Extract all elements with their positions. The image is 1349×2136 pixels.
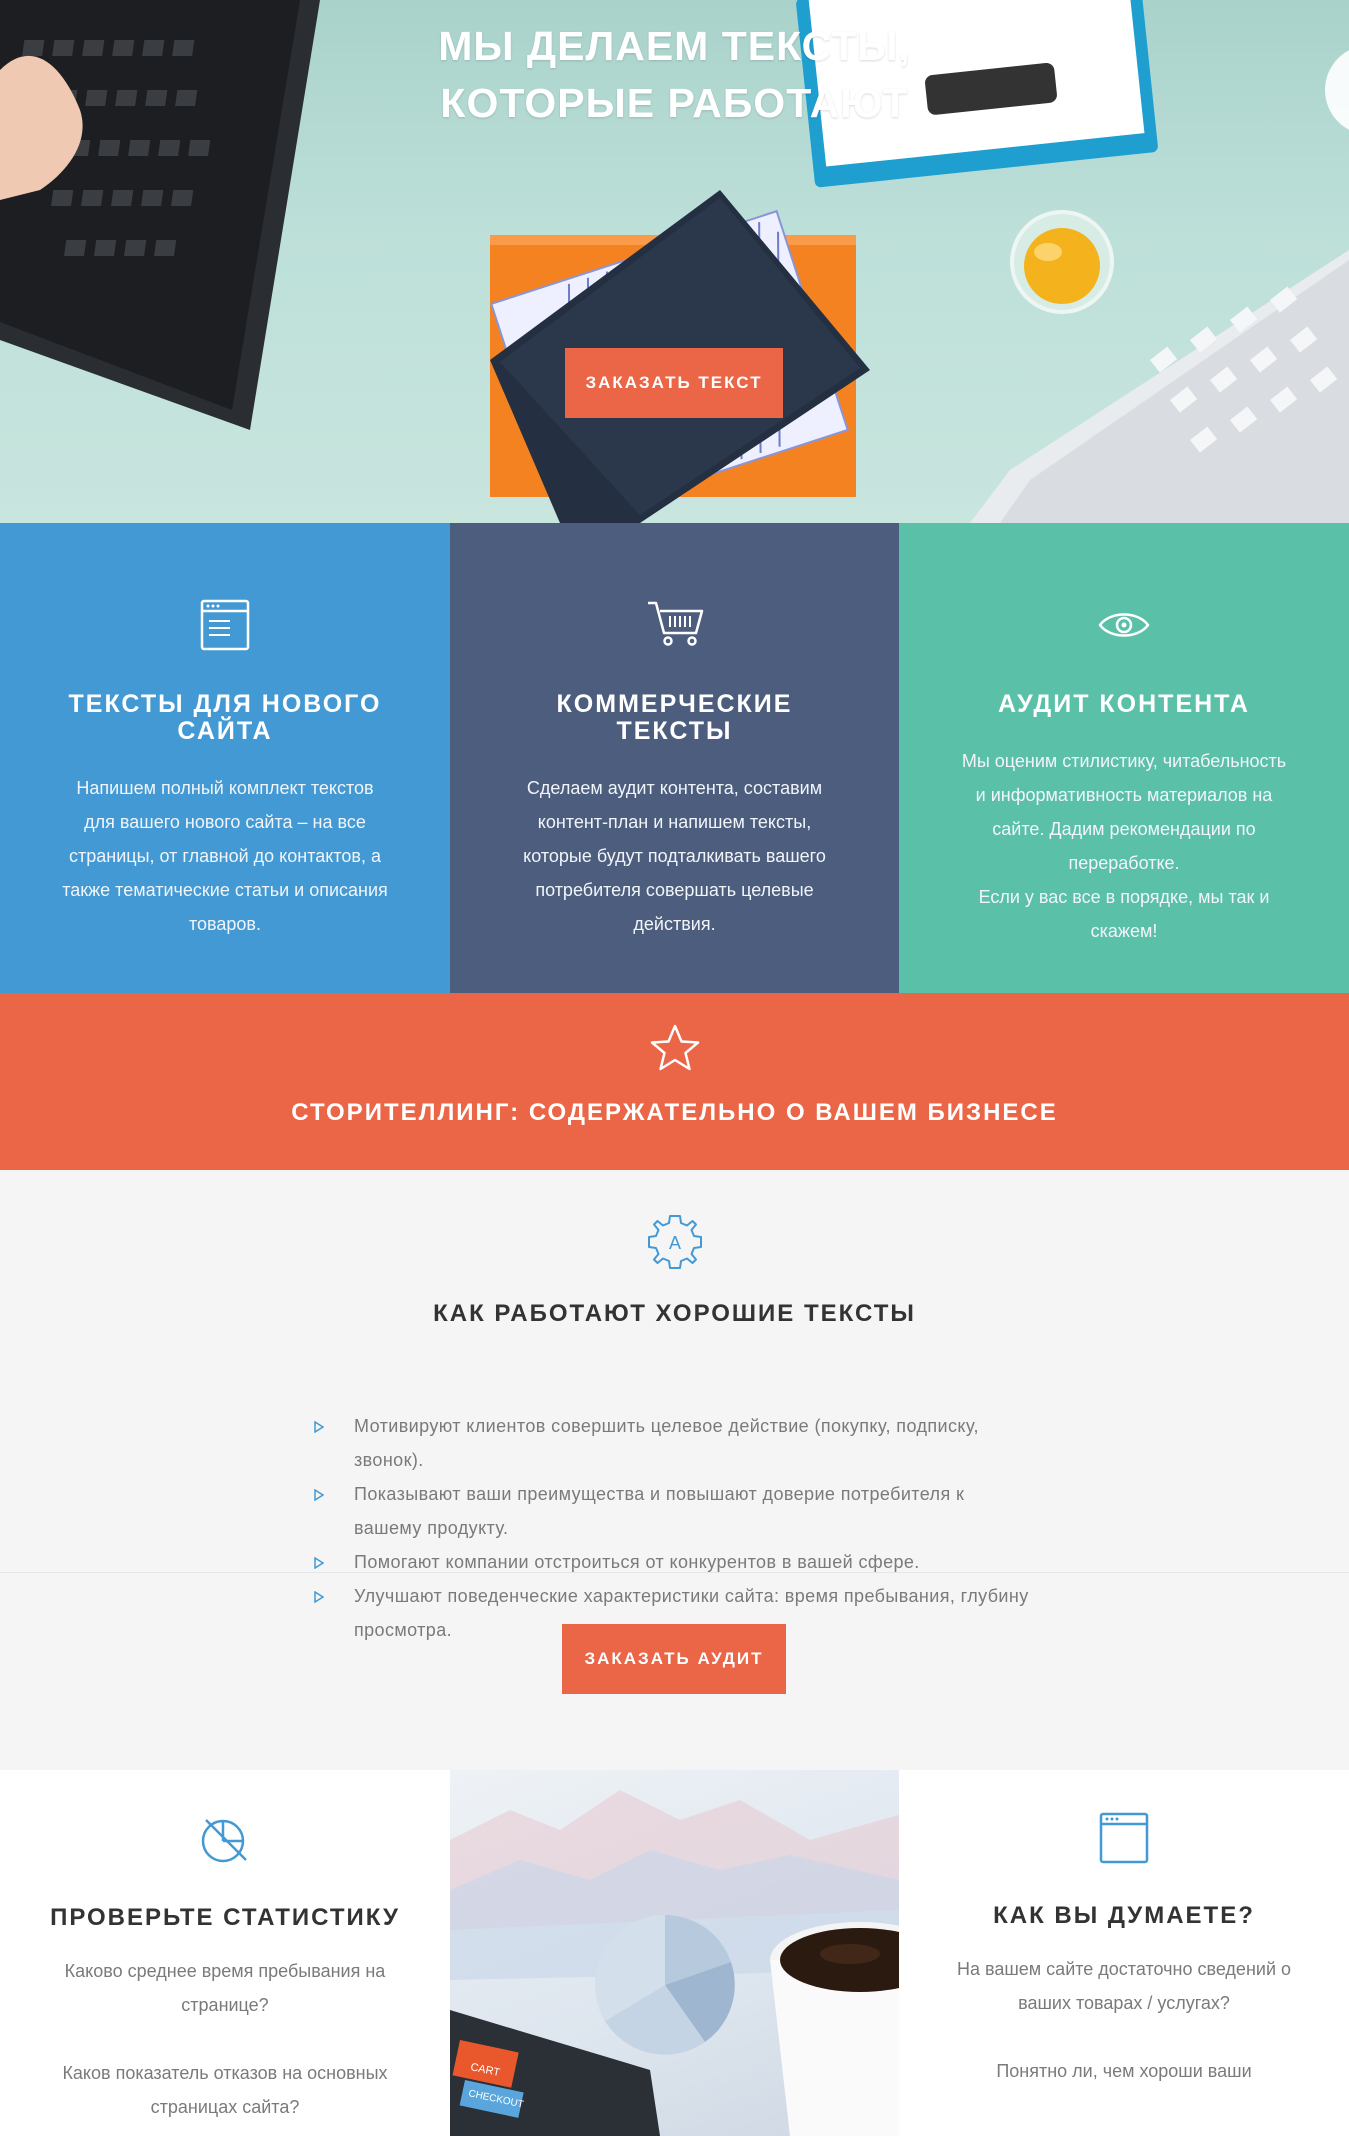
check-statistics-title: ПРОВЕРЬТЕ СТАТИСТИКУ <box>50 1904 400 1931</box>
what-do-you-think-question-2: Понятно ли, чем хороши ваши <box>996 2061 1252 2081</box>
feature-card-commercial: КОММЕРЧЕСКИЕ ТЕКСТЫ Сделаем аудит контен… <box>450 523 899 993</box>
eye-icon <box>1098 613 1150 637</box>
triangle-bullet-icon <box>314 1421 324 1433</box>
feature-title-commercial: КОММЕРЧЕСКИЕ ТЕКСТЫ <box>556 690 793 745</box>
list-item: Показывают ваши преимущества и повышают … <box>314 1477 1034 1545</box>
chart-pie-icon <box>201 1819 247 1863</box>
shopping-cart-icon <box>647 601 703 646</box>
feature-text-commercial: Сделаем аудит контента, составим контент… <box>523 778 826 934</box>
feature-text-new-site: Напишем полный комплект текстов для ваше… <box>62 778 388 934</box>
list-item-text: Мотивируют клиентов совершить целевое де… <box>354 1416 979 1470</box>
list-item-text: Помогают компании отстроиться от конкуре… <box>354 1552 920 1572</box>
order-text-button[interactable]: ЗАКАЗАТЬ ТЕКСТ <box>565 348 783 418</box>
how-texts-work-title: КАК РАБОТАЮТ ХОРОШИЕ ТЕКСТЫ <box>433 1300 916 1327</box>
browser-window-icon <box>1099 1812 1149 1864</box>
storytelling-band: СТОРИТЕЛЛИНГ: СОДЕРЖАТЕЛЬНО О ВАШЕМ БИЗН… <box>0 993 1349 1170</box>
storytelling-title: СТОРИТЕЛЛИНГ: СОДЕРЖАТЕЛЬНО О ВАШЕМ БИЗН… <box>291 1099 1058 1126</box>
feature-title-new-site: ТЕКСТЫ ДЛЯ НОВОГО САЙТА <box>68 690 382 745</box>
list-item: Помогают компании отстроиться от конкуре… <box>314 1545 1034 1579</box>
benefits-list: Мотивируют клиентов совершить целевое де… <box>314 1409 1034 1647</box>
star-icon <box>650 1024 699 1071</box>
coffee-cup-illustration <box>770 1922 899 2136</box>
analytics-photo-illustration: CART CHECKOUT <box>450 1790 899 2136</box>
triangle-bullet-icon <box>314 1557 324 1569</box>
check-statistics-card: ПРОВЕРЬТЕ СТАТИСТИКУ Каково среднее врем… <box>0 1770 450 2136</box>
juice-glass-illustration <box>1010 210 1114 314</box>
what-do-you-think-title: КАК ВЫ ДУМАЕТЕ? <box>993 1902 1255 1929</box>
check-statistics-question-2: Каков показатель отказов на основных стр… <box>62 2063 388 2117</box>
what-do-you-think-question-1: На вашем сайте достаточно сведений о ваш… <box>956 1959 1292 2013</box>
features-section: ТЕКСТЫ ДЛЯ НОВОГО САЙТА Напишем полный к… <box>0 523 1349 993</box>
svg-text:A: A <box>668 1233 680 1253</box>
feature-card-new-site: ТЕКСТЫ ДЛЯ НОВОГО САЙТА Напишем полный к… <box>0 523 450 993</box>
list-item-text: Показывают ваши преимущества и повышают … <box>354 1484 965 1538</box>
feature-card-audit: АУДИТ КОНТЕНТА Мы оценим стилистику, чит… <box>899 523 1349 993</box>
hero-title-line1: МЫ ДЕЛАЕМ ТЕКСТЫ, <box>438 23 911 69</box>
hero-section: МЫ ДЕЛАЕМ ТЕКСТЫ, КОТОРЫЕ РАБОТАЮТ ЗАКАЗ… <box>0 0 1349 523</box>
list-item: Мотивируют клиентов совершить целевое де… <box>314 1409 1034 1477</box>
what-do-you-think-card: КАК ВЫ ДУМАЕТЕ? На вашем сайте достаточн… <box>899 1770 1349 2136</box>
photo-pie-illustration <box>595 1915 735 2055</box>
bottom-row-section: ПРОВЕРЬТЕ СТАТИСТИКУ Каково среднее врем… <box>0 1770 1349 2136</box>
analytics-photo: CART CHECKOUT <box>450 1770 899 2136</box>
check-statistics-question-1: Каково среднее время пребывания на стран… <box>64 1961 386 2015</box>
browser-window-icon <box>200 599 250 651</box>
triangle-bullet-icon <box>314 1489 324 1501</box>
order-audit-button[interactable]: ЗАКАЗАТЬ АУДИТ <box>562 1624 786 1694</box>
how-texts-work-section: A КАК РАБОТАЮТ ХОРОШИЕ ТЕКСТЫ Мотивируют… <box>0 1170 1349 1770</box>
hero-title-line2: КОТОРЫЕ РАБОТАЮТ <box>440 80 909 126</box>
hero-title: МЫ ДЕЛАЕМ ТЕКСТЫ, КОТОРЫЕ РАБОТАЮТ <box>0 18 1349 132</box>
feature-text-audit: Мы оценим стилистику, читабельность и ин… <box>961 751 1287 941</box>
feature-title-audit: АУДИТ КОНТЕНТА <box>998 690 1250 718</box>
section-divider <box>0 1572 1349 1573</box>
gear-icon: A <box>647 1215 702 1269</box>
triangle-bullet-icon <box>314 1591 324 1603</box>
